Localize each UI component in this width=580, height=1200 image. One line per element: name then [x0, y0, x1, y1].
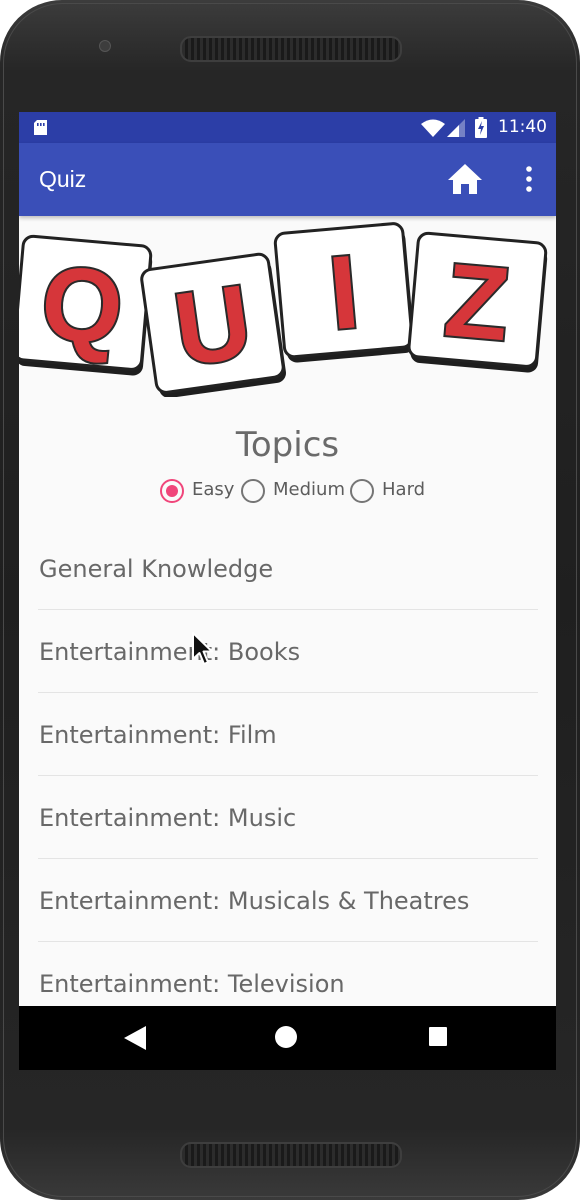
- app-bar: Quiz: [19, 143, 556, 216]
- app-title: Quiz: [39, 166, 87, 192]
- top-speaker: [180, 36, 402, 62]
- signal-icon: [447, 119, 465, 137]
- topic-item-musicals-theatres[interactable]: Entertainment: Musicals & Theatres: [38, 859, 538, 942]
- home-icon[interactable]: [448, 163, 482, 195]
- topic-label: Entertainment: Television: [39, 970, 345, 998]
- logo-letter-z: Z: [440, 242, 513, 363]
- wifi-icon: [421, 119, 445, 137]
- radio-hard[interactable]: [350, 479, 374, 503]
- device-screen: 11:40 Quiz Q U I Z Topics Easy Medium Ha…: [19, 112, 556, 1070]
- logo-letter-q: Q: [37, 245, 128, 368]
- topic-item-general-knowledge[interactable]: General Knowledge: [38, 527, 538, 610]
- home-circle-icon[interactable]: [275, 1026, 297, 1048]
- radio-hard-label[interactable]: Hard: [382, 477, 425, 503]
- mouse-pointer-icon: [192, 632, 213, 665]
- radio-medium-label[interactable]: Medium: [273, 477, 345, 503]
- radio-easy[interactable]: [160, 479, 184, 503]
- navigation-bar: [19, 1006, 556, 1070]
- status-clock: 11:40: [498, 117, 547, 137]
- back-icon[interactable]: [124, 1026, 146, 1050]
- topic-item-film[interactable]: Entertainment: Film: [38, 693, 538, 776]
- topic-label: General Knowledge: [39, 555, 274, 583]
- topic-label: Entertainment: Musicals & Theatres: [39, 887, 470, 915]
- topic-item-television[interactable]: Entertainment: Television: [38, 942, 538, 1005]
- phone-frame: 11:40 Quiz Q U I Z Topics Easy Medium Ha…: [0, 0, 580, 1200]
- logo-tile-q: Q: [19, 234, 153, 376]
- topics-heading: Topics: [235, 425, 340, 465]
- topic-label: Entertainment: Books: [39, 638, 301, 666]
- front-camera: [99, 40, 111, 52]
- topic-label: Entertainment: Film: [39, 721, 277, 749]
- topic-item-books[interactable]: Entertainment: Books: [38, 610, 538, 693]
- logo-tile-z: Z: [407, 231, 548, 373]
- topic-list[interactable]: General Knowledge Entertainment: Books E…: [38, 527, 538, 1005]
- logo-tile-u: U: [140, 252, 286, 397]
- topic-label: Entertainment: Music: [39, 804, 297, 832]
- sim-card-icon: [34, 120, 47, 135]
- quiz-logo: Q U I Z: [19, 222, 548, 397]
- topic-item-music[interactable]: Entertainment: Music: [38, 776, 538, 859]
- battery-charging-icon: [475, 117, 487, 138]
- recents-icon[interactable]: [429, 1027, 447, 1046]
- radio-easy-label[interactable]: Easy: [192, 477, 234, 503]
- logo-letter-u: U: [168, 264, 259, 389]
- status-bar: 11:40: [19, 112, 556, 143]
- overflow-menu-icon[interactable]: [519, 165, 539, 193]
- logo-tile-i: I: [273, 222, 415, 363]
- bottom-speaker: [180, 1142, 402, 1168]
- radio-medium[interactable]: [241, 479, 265, 503]
